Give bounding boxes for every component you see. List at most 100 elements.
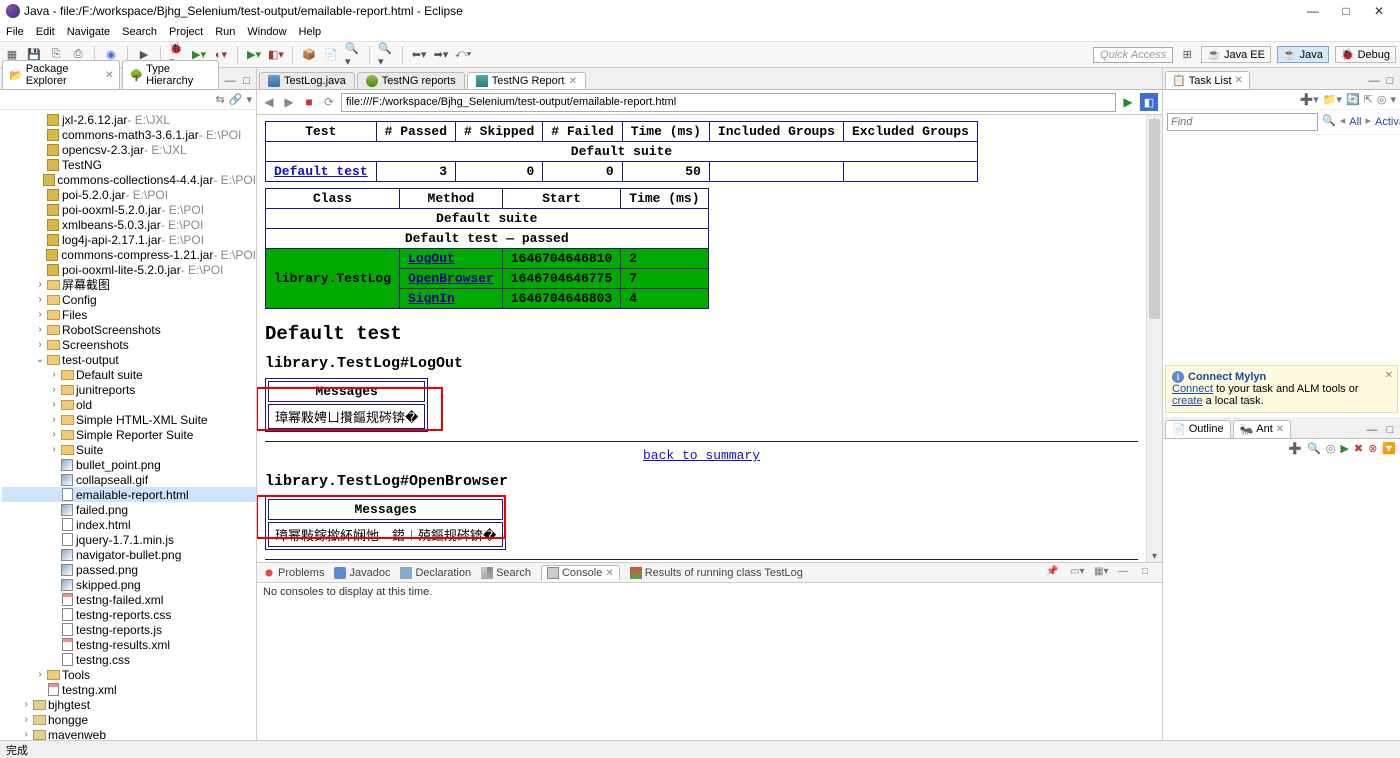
ext-tools-icon[interactable]: ◧▾ [268, 47, 284, 63]
forward-nav-icon[interactable]: ➡▾ [433, 47, 449, 63]
report-viewport[interactable]: Test# Passed# Skipped# FailedTime (ms)In… [257, 115, 1146, 562]
last-edit-icon[interactable]: ⤺▾ [455, 47, 471, 63]
tree-item[interactable]: jquery-1.7.1.min.js [2, 532, 256, 547]
open-perspective-icon[interactable]: ⊞ [1179, 47, 1195, 63]
open-type-icon[interactable]: 🔍▾ [345, 47, 361, 63]
tree-item[interactable]: poi-ooxml-5.2.0.jar - E:\POI [2, 202, 256, 217]
tree-item[interactable]: testng-reports.js [2, 622, 256, 637]
go-icon[interactable]: ▶ [1120, 94, 1136, 110]
toggle-render-icon[interactable]: ◧ [1140, 93, 1158, 111]
categorize-icon[interactable]: 📁▾ [1323, 93, 1342, 106]
task-find-input[interactable] [1167, 113, 1318, 131]
maximize-button[interactable]: □ [1331, 4, 1361, 18]
tree-item[interactable]: skipped.png [2, 577, 256, 592]
add-buildfile-icon[interactable]: ➕ [1288, 442, 1302, 455]
tree-item[interactable]: testng-failed.xml [2, 592, 256, 607]
pin-console-icon[interactable]: 📌 [1046, 566, 1060, 580]
close-button[interactable]: ✕ [1364, 4, 1394, 18]
menu-file[interactable]: File [6, 26, 24, 38]
tree-item[interactable]: xmlbeans-5.0.3.jar - E:\POI [2, 217, 256, 232]
nav-forward-icon[interactable]: ▶ [281, 94, 297, 110]
tree-item[interactable]: testng-results.xml [2, 637, 256, 652]
quick-access-input[interactable]: Quick Access [1093, 47, 1173, 63]
tree-item[interactable]: ›Default suite [2, 367, 256, 382]
tree-item[interactable]: poi-ooxml-lite-5.2.0.jar - E:\POI [2, 262, 256, 277]
tree-item[interactable]: ›Simple Reporter Suite [2, 427, 256, 442]
tree-item[interactable]: log4j-api-2.17.1.jar - E:\POI [2, 232, 256, 247]
remove-icon[interactable]: ✖ [1354, 442, 1363, 455]
connect-link[interactable]: Connect [1172, 383, 1213, 395]
tree-item[interactable]: passed.png [2, 562, 256, 577]
minimize-icon[interactable]: — [1364, 422, 1380, 438]
menu-navigate[interactable]: Navigate [67, 26, 110, 38]
tree-item[interactable]: emailable-report.html [2, 487, 256, 502]
next-icon[interactable]: ▸ [1365, 114, 1371, 130]
tree-item[interactable]: ›Files [2, 307, 256, 322]
collapse-all-icon[interactable]: ⇆ [216, 93, 225, 106]
tree-item[interactable]: ›bjhgtest [2, 697, 256, 712]
search-buildfile-icon[interactable]: 🔍 [1307, 442, 1321, 455]
tree-item[interactable]: index.html [2, 517, 256, 532]
tab-outline[interactable]: 📄 Outline [1165, 420, 1231, 438]
tree-item[interactable]: ›Simple HTML-XML Suite [2, 412, 256, 427]
tree-item[interactable]: opencsv-2.3.jar - E:\JXL [2, 142, 256, 157]
test-link[interactable]: Default test [266, 162, 377, 182]
minimize-button[interactable]: — [1298, 4, 1328, 18]
menu-search[interactable]: Search [122, 26, 157, 38]
tab-results[interactable]: Results of running class TestLog [630, 567, 803, 579]
tree-item[interactable]: commons-math3-3.6.1.jar - E:\POI [2, 127, 256, 142]
search-icon[interactable]: 🔍▾ [378, 47, 394, 63]
nav-back-icon[interactable]: ◀ [261, 94, 277, 110]
menu-edit[interactable]: Edit [36, 26, 55, 38]
address-input[interactable] [341, 93, 1116, 112]
tree-item[interactable]: commons-compress-1.21.jar - E:\POI [2, 247, 256, 262]
maximize-icon[interactable]: □ [1142, 566, 1156, 580]
tree-item[interactable]: ›mavenweb [2, 727, 256, 740]
menu-help[interactable]: Help [299, 26, 322, 38]
tab-type-hierarchy[interactable]: 🌳 Type Hierarchy [122, 60, 218, 89]
tree-item[interactable]: failed.png [2, 502, 256, 517]
tree-item[interactable]: ›屏幕截图 [2, 277, 256, 292]
close-banner-icon[interactable]: ✕ [1385, 370, 1393, 381]
focus-icon[interactable]: ◎ [1377, 93, 1387, 106]
tree-item[interactable]: ›old [2, 397, 256, 412]
prev-icon[interactable]: ◂ [1340, 114, 1346, 130]
back-nav-icon[interactable]: ⬅▾ [411, 47, 427, 63]
tree-item[interactable]: ›RobotScreenshots [2, 322, 256, 337]
create-link[interactable]: create [1172, 395, 1203, 407]
scroll-thumb[interactable] [1149, 119, 1160, 319]
minimize-icon[interactable]: — [1118, 566, 1132, 580]
maximize-icon[interactable]: □ [1382, 73, 1398, 89]
tree-item[interactable]: navigator-bullet.png [2, 547, 256, 562]
scroll-down-icon[interactable]: ▾ [1147, 551, 1162, 562]
editor-tab[interactable]: TestNG Report ✕ [467, 72, 586, 89]
method-link[interactable]: SignIn [400, 289, 503, 309]
editor-tab[interactable]: TestLog.java [259, 72, 355, 89]
tree-item[interactable]: ›Tools [2, 667, 256, 682]
collapse-icon[interactable]: ⇱ [1364, 93, 1373, 106]
tab-task-list[interactable]: 📋 Task List ✕ [1165, 71, 1250, 89]
tab-search[interactable]: Search [481, 567, 531, 579]
display-console-icon[interactable]: ▭▾ [1070, 566, 1084, 580]
menu-project[interactable]: Project [169, 26, 203, 38]
tree-item[interactable]: ⌄test-output [2, 352, 256, 367]
tree-item[interactable]: ›Suite [2, 442, 256, 457]
hide-icon[interactable]: ◎ [1326, 442, 1336, 455]
back-to-summary-link[interactable]: back to summary [643, 448, 760, 463]
new-package-icon[interactable]: 📦 [301, 47, 317, 63]
minimize-pane-icon[interactable]: — [223, 73, 238, 89]
perspective-javaee[interactable]: ☕ Java EE [1201, 46, 1271, 63]
perspective-java[interactable]: ☕ Java [1277, 46, 1329, 63]
maximize-icon[interactable]: □ [1382, 422, 1398, 438]
vertical-scrollbar[interactable]: ▴ ▾ [1146, 115, 1162, 562]
tab-problems[interactable]: Problems [263, 567, 324, 579]
tree-item[interactable]: TestNG [2, 157, 256, 172]
menu-icon[interactable]: ▾ [1390, 93, 1396, 106]
perspective-debug[interactable]: 🐞 Debug [1335, 46, 1396, 63]
filter-icon[interactable]: 🔽 [1382, 442, 1396, 455]
search-icon[interactable]: 🔍 [1322, 114, 1336, 130]
new-task-icon[interactable]: ➕▾ [1300, 93, 1319, 106]
tree-item[interactable]: commons-collections4-4.4.jar - E:\POI [2, 172, 256, 187]
menu-run[interactable]: Run [215, 26, 235, 38]
remove-all-icon[interactable]: ⊗ [1368, 442, 1377, 455]
